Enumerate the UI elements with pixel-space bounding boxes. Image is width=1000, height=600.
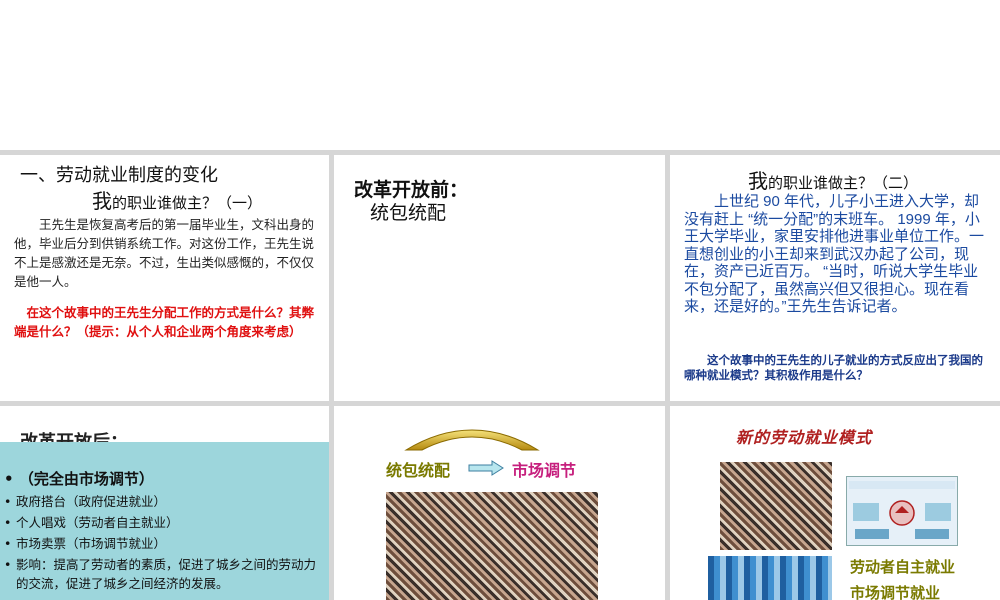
slide-6-line-2: 市场调节就业 xyxy=(850,584,941,600)
slide-5[interactable]: 统包统配 市场调节 xyxy=(334,406,665,600)
box-heading: • （完全由市场调节） xyxy=(4,470,154,488)
slide-4[interactable]: 改革开放后： • （完全由市场调节） 政府搭台（政府促进就业） 个人唱戏（劳动者… xyxy=(0,406,329,600)
box-heading-text: （完全由市场调节） xyxy=(18,470,154,488)
wordart-arch-graphic xyxy=(404,429,540,451)
slide-6[interactable]: 新的劳动就业模式 劳动者自主就业 市场调节就业 xyxy=(670,406,1000,600)
slide-3[interactable]: 我的职业谁做主？（二） 上世纪 90 年代，儿子小王进入大学，却没有赶上 “统一… xyxy=(670,155,1000,401)
slide-1-body: 王先生是恢复高考后的第一届毕业生，文科出身的他，毕业后分到供销系统工作。对这份工… xyxy=(14,217,315,289)
slide-6-line-1: 劳动者自主就业 xyxy=(850,558,956,576)
list-item: 政府搭台（政府促进就业） xyxy=(2,491,328,512)
employment-process-diagram xyxy=(846,476,958,546)
slide-4-content-box: • （完全由市场调节） 政府搭台（政府促进就业） 个人唱戏（劳动者自主就业） 市… xyxy=(0,442,329,600)
slide-1-question: 在这个故事中的王先生分配工作的方式是什么？其弊端是什么？（提示：从个人和企业两个… xyxy=(14,305,315,339)
slide-3-subtitle: 我的职业谁做主？（二） xyxy=(748,165,918,194)
job-fair-crowd-photo xyxy=(720,462,832,550)
job-fair-crowd-photo xyxy=(386,492,598,600)
right-arrow-icon xyxy=(468,460,504,476)
transition-to-label: 市场调节 xyxy=(512,461,577,480)
slide-3-question: 这个故事中的王先生的儿子就业的方式反应出了我国的哪种就业模式？其积极作用是什么？ xyxy=(684,353,983,382)
subtitle-big-char: 我 xyxy=(92,189,112,213)
slide-6-title: 新的劳动就业模式 xyxy=(736,428,873,447)
list-item: 个人唱戏（劳动者自主就业） xyxy=(2,512,328,533)
list-item: 影响：提高了劳动者的素质，促进了城乡之间的劳动力的交流，促进了城乡之间经济的发展… xyxy=(2,555,328,593)
slide-3-body: 上世纪 90 年代，儿子小王进入大学，却没有赶上 “统一分配”的末班车。 199… xyxy=(684,193,985,315)
slide-1-subtitle: 我的职业谁做主？（一） xyxy=(92,185,262,214)
subtitle-rest: 的职业谁做主？（二） xyxy=(768,174,919,192)
transition-from-label: 统包统配 xyxy=(386,461,451,480)
slide-2-subheading: 统包统配 xyxy=(370,202,447,224)
box-list: 政府搭台（政府促进就业） 个人唱戏（劳动者自主就业） 市场卖票（市场调节就业） … xyxy=(2,491,328,593)
list-item: 市场卖票（市场调节就业） xyxy=(2,533,328,554)
subtitle-big-char: 我 xyxy=(748,169,768,193)
slide-1[interactable]: 一、劳动就业制度的变化 我的职业谁做主？（一） 王先生是恢复高考后的第一届毕业生… xyxy=(0,155,329,401)
subtitle-rest: 的职业谁做主？（一） xyxy=(112,194,263,212)
slide-2[interactable]: 改革开放前： 统包统配 xyxy=(334,155,665,401)
slide-1-title: 一、劳动就业制度的变化 xyxy=(20,165,218,186)
job-fair-hall-photo xyxy=(708,556,832,600)
